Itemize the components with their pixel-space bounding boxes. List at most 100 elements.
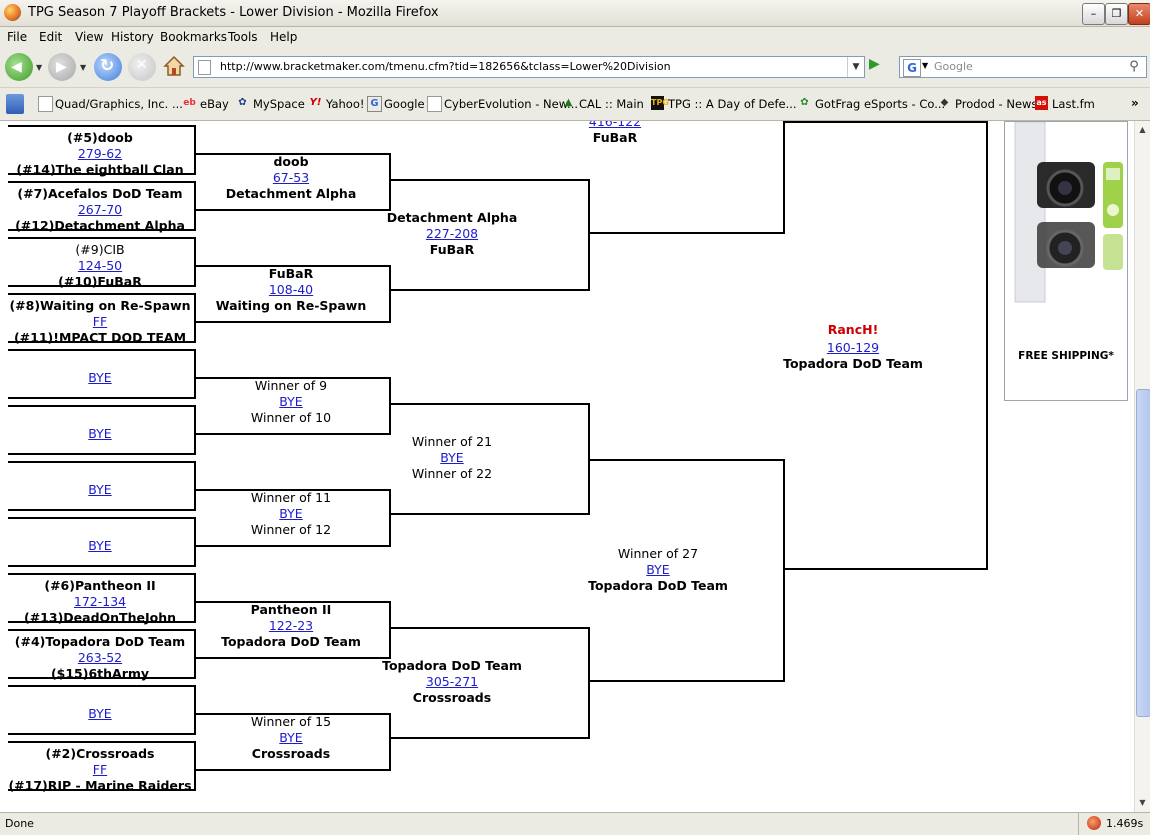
match-score-link[interactable]: BYE (0, 426, 220, 442)
match-score-link[interactable]: 122-23 (171, 618, 411, 634)
lastfm-icon: as (1035, 96, 1048, 110)
match-score-link[interactable]: BYE (171, 506, 411, 522)
bracket-line (194, 545, 389, 547)
match-team-top: Winner of 11 (250, 490, 332, 505)
advertisement-banner[interactable]: FREE SHIPPING* (1004, 121, 1128, 401)
page-icon (198, 60, 211, 75)
match-team-bottom: Topadora DoD Team (221, 634, 361, 649)
bracket-line (8, 565, 194, 567)
search-bar[interactable]: G ▼ Google ⚲ (899, 56, 1147, 78)
menu-item-file[interactable]: File (7, 30, 27, 44)
final-score-link[interactable]: 160-129 (733, 340, 973, 356)
match-score-link[interactable]: BYE (0, 538, 220, 554)
bracket-line (194, 321, 389, 323)
bracket-line (8, 237, 194, 239)
bracket-line (588, 232, 783, 234)
forward-button[interactable]: ▶ (48, 53, 76, 81)
search-input[interactable]: Google (934, 60, 973, 73)
bracket-line (8, 741, 194, 743)
search-icon[interactable]: ⚲ (1124, 57, 1144, 77)
google-search-engine-icon[interactable]: G (903, 59, 921, 77)
back-button[interactable]: ◀ (5, 53, 33, 81)
match-team-bottom: Topadora DoD Team (588, 578, 728, 593)
bracket-line (8, 349, 194, 351)
menu-item-view[interactable]: View (75, 30, 103, 44)
match-team-top: FuBaR (268, 266, 314, 281)
home-button[interactable] (162, 54, 186, 78)
scroll-down-arrow-icon[interactable]: ▼ (1136, 795, 1149, 810)
google-icon: G (367, 96, 382, 112)
match-team-bottom: FuBaR (429, 242, 475, 257)
bracket-line (588, 179, 590, 291)
bookmark-label: Prodod - News (955, 97, 1038, 111)
go-button[interactable]: ▶ (869, 56, 889, 76)
match-team-bottom: Winner of 12 (250, 522, 332, 537)
url-text: http://www.bracketmaker.com/tmenu.cfm?ti… (220, 60, 671, 73)
match-team-bottom: Crossroads (412, 690, 492, 705)
forward-history-dropdown-icon[interactable]: ▼ (80, 63, 86, 72)
home-icon (163, 55, 185, 76)
match-score-link[interactable]: FF (0, 314, 220, 330)
firebug-icon[interactable] (1087, 816, 1101, 830)
bracket-line (8, 181, 194, 183)
bracket-line (389, 737, 588, 739)
close-button[interactable]: ✕ (1128, 3, 1150, 25)
match-score-link[interactable]: BYE (332, 450, 572, 466)
stop-button[interactable]: ✕ (128, 53, 156, 81)
back-history-dropdown-icon[interactable]: ▼ (36, 63, 42, 72)
match-score-link[interactable]: 267-70 (0, 202, 220, 218)
bracket-line (8, 685, 194, 687)
camera-product-image (1014, 121, 1123, 303)
vertical-scrollbar[interactable]: ▲ ▼ (1134, 121, 1150, 812)
bookmark-label: CyberEvolution - New... (444, 97, 579, 111)
url-bar[interactable]: http://www.bracketmaker.com/tmenu.cfm?ti… (193, 56, 865, 78)
url-history-dropdown-icon[interactable]: ▼ (847, 57, 864, 77)
bookmark-label: Quad/Graphics, Inc. ... (55, 97, 183, 111)
menu-item-edit[interactable]: Edit (39, 30, 62, 44)
menu-item-tools[interactable]: Tools (228, 30, 258, 44)
match-score-link[interactable]: 67-53 (171, 170, 411, 186)
match-score-link[interactable]: 108-40 (171, 282, 411, 298)
match-team-bottom: Crossroads (251, 746, 331, 761)
match-team-bottom: Detachment Alpha (225, 186, 357, 201)
window-title: TPG Season 7 Playoff Brackets - Lower Di… (28, 5, 439, 20)
myspace-icon: ✿ (238, 97, 247, 108)
match-score-link[interactable]: 227-208 (332, 226, 572, 242)
bracket-line (389, 627, 588, 629)
match-score-link[interactable]: 416-122 (495, 121, 735, 130)
bookmark-label: eBay (200, 97, 229, 111)
match-score-link[interactable]: 305-271 (332, 674, 572, 690)
match-team-top: Winner of 21 (411, 434, 493, 449)
bracket-line (8, 453, 194, 455)
match-team-top: Winner of 15 (250, 714, 332, 729)
reload-button[interactable]: ↻ (94, 53, 122, 81)
match-team-bottom: FuBaR (592, 130, 638, 145)
match-score-link[interactable]: BYE (171, 730, 411, 746)
bracket-line (8, 509, 194, 511)
menu-item-bookmarks[interactable]: Bookmarks (160, 30, 227, 44)
match-score-link[interactable]: BYE (171, 394, 411, 410)
bracket-line (8, 517, 194, 519)
scrollbar-thumb[interactable] (1136, 389, 1150, 717)
menu-item-history[interactable]: History (111, 30, 154, 44)
match-team-bottom: (#17)RIP - Marine Raiders (8, 778, 192, 793)
bookmarks-sidebar-icon[interactable] (6, 94, 24, 114)
minimize-button[interactable]: – (1082, 3, 1105, 25)
status-text: Done (5, 817, 34, 830)
bracket-line (194, 769, 389, 771)
menu-item-help[interactable]: Help (270, 30, 297, 44)
maximize-button[interactable]: ❐ (1105, 3, 1128, 25)
bookmark-label: CAL :: Main (579, 97, 644, 111)
match-score-link[interactable]: FF (0, 762, 220, 778)
bracket-line (389, 513, 588, 515)
bookmarks-overflow-chevron-icon[interactable]: » (1131, 96, 1139, 110)
final-winner: RancH! (827, 322, 879, 337)
search-engine-dropdown-icon[interactable]: ▼ (922, 61, 928, 70)
scroll-up-arrow-icon[interactable]: ▲ (1136, 122, 1149, 137)
bracket-line (8, 125, 194, 127)
match-score-link[interactable]: 263-52 (0, 650, 220, 666)
cal-icon: ▲ (564, 97, 573, 108)
forward-arrow-icon: ▶ (56, 59, 67, 75)
match-team-top: doob (273, 154, 309, 169)
match-score-link[interactable]: BYE (538, 562, 778, 578)
